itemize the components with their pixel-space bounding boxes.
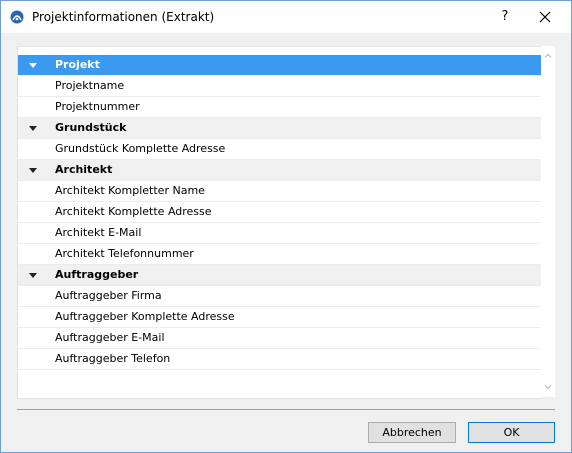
list-item-label: Auftraggeber Telefon <box>55 352 171 365</box>
list-item-label: Auftraggeber Firma <box>55 289 162 302</box>
list-item[interactable]: Grundstück Komplette Adresse <box>18 139 541 160</box>
list-item-label: Grundstück Komplette Adresse <box>55 142 226 155</box>
list-item-label: Auftraggeber Komplette Adresse <box>55 310 235 323</box>
window-title: Projektinformationen (Extrakt) <box>32 10 215 24</box>
triangle-down-icon[interactable] <box>29 168 37 173</box>
chevron-down-icon[interactable] <box>543 382 553 392</box>
list-item[interactable]: Architekt E-Mail <box>18 223 541 244</box>
help-icon: ? <box>501 9 509 24</box>
group-header-label: Projekt <box>55 58 100 71</box>
archicad-logo-icon <box>10 10 24 24</box>
list-item[interactable]: Architekt Komplette Adresse <box>18 202 541 223</box>
vertical-scrollbar[interactable] <box>541 46 555 397</box>
list-item[interactable]: Projektname <box>18 76 541 97</box>
list-item-label: Projektname <box>55 79 125 92</box>
group-header-row[interactable]: Projekt <box>18 55 541 76</box>
list-item[interactable]: Auftraggeber Telefon <box>18 349 541 370</box>
list-item[interactable]: Architekt Telefonnummer <box>18 244 541 265</box>
help-button[interactable]: ? <box>491 1 519 33</box>
list-item[interactable]: Auftraggeber Firma <box>18 286 541 307</box>
list-item[interactable]: Projektnummer <box>18 97 541 118</box>
list-item-label: Architekt Komplette Adresse <box>55 205 212 218</box>
close-icon <box>539 11 551 23</box>
group-header-row[interactable]: Architekt <box>18 160 541 181</box>
list-item-label: Projektnummer <box>55 100 140 113</box>
list-item-label: Architekt Kompletter Name <box>55 184 205 197</box>
close-button[interactable] <box>535 7 555 27</box>
list-item-label: Auftraggeber E-Mail <box>55 331 165 344</box>
group-header-label: Grundstück <box>55 121 127 134</box>
list-item[interactable]: Auftraggeber E-Mail <box>18 328 541 349</box>
triangle-down-icon[interactable] <box>29 63 37 68</box>
group-header-row[interactable]: Auftraggeber <box>18 265 541 286</box>
divider <box>17 409 555 410</box>
dialog-window: Projektinformationen (Extrakt) ? Projekt… <box>0 0 572 453</box>
list-item-label: Architekt E-Mail <box>55 226 142 239</box>
title-bar: Projektinformationen (Extrakt) ? <box>1 1 571 33</box>
triangle-down-icon[interactable] <box>29 126 37 131</box>
group-header-label: Architekt <box>55 163 113 176</box>
list-item[interactable]: Architekt Kompletter Name <box>18 181 541 202</box>
cancel-button[interactable]: Abbrechen <box>368 422 456 443</box>
list-item[interactable]: Auftraggeber Komplette Adresse <box>18 307 541 328</box>
triangle-down-icon[interactable] <box>29 273 37 278</box>
chevron-up-icon[interactable] <box>543 51 553 61</box>
project-info-list[interactable]: Projekt Projektname Projektnummer Grundstüc… <box>17 46 542 399</box>
list-item-label: Architekt Telefonnummer <box>55 247 194 260</box>
group-header-row[interactable]: Grundstück <box>18 118 541 139</box>
group-header-label: Auftraggeber <box>55 268 139 281</box>
ok-button[interactable]: OK <box>468 422 555 443</box>
